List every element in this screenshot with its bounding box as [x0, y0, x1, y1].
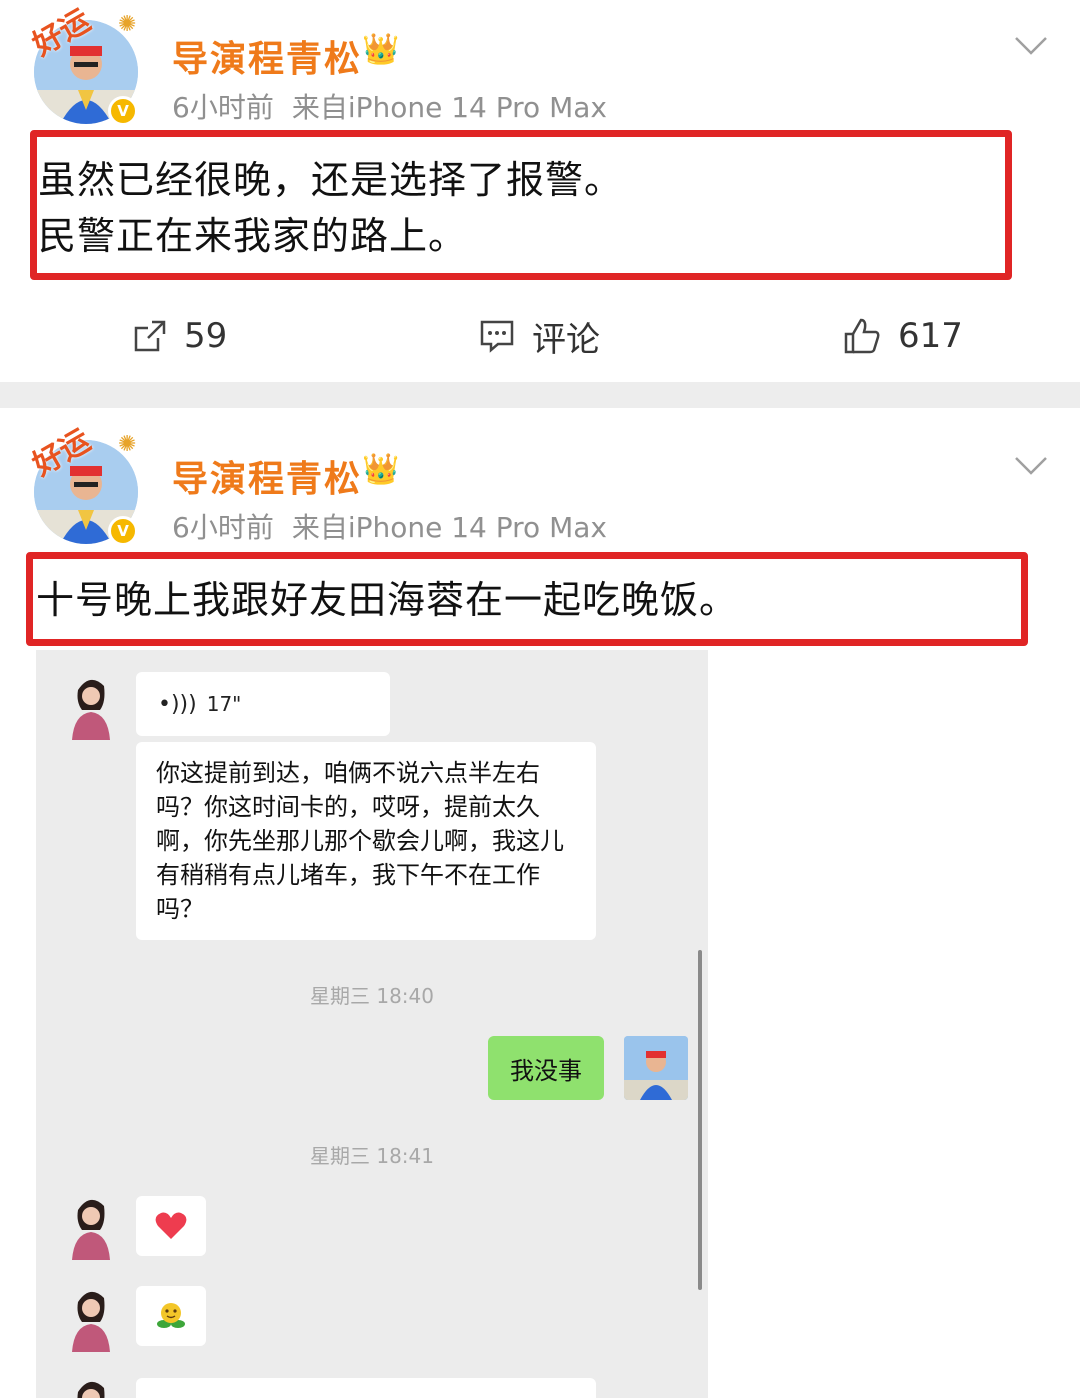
crown-icon: 👑 [362, 32, 400, 67]
chat-scrollbar[interactable] [698, 950, 702, 1290]
verified-badge-icon: V [108, 96, 138, 126]
author-name[interactable]: 导演程青松 [172, 450, 362, 502]
post-text: 虽然已经很晚，还是选择了报警。 民警正在来我家的路上。 [38, 152, 623, 264]
emoji-message[interactable] [136, 1196, 206, 1256]
message-bubble-partial[interactable] [136, 1378, 596, 1398]
post-actions: 59 评论 617 [0, 296, 1080, 376]
repost-button[interactable]: 59 [132, 296, 227, 376]
chat-timestamp: 星期三 18:40 [310, 984, 434, 1008]
my-message-bubble[interactable]: 我没事 [488, 1036, 604, 1100]
voice-wave-icon: •))) [158, 691, 197, 717]
verified-badge-icon: V [108, 516, 138, 546]
chat-screenshot: •))) 17" 你这提前到达，咱俩不说六点半左右吗？你这时间卡的，哎呀，提前太… [36, 650, 708, 1398]
heart-emoji-icon [155, 1212, 187, 1239]
comment-icon [480, 320, 514, 353]
weibo-post-1: 好运 ✺ V 导演程青松 👑 6小时前 来自iPhone 14 Pro Max 虽… [0, 0, 1080, 382]
chat-timestamp: 星期三 18:41 [310, 1144, 434, 1168]
flower-emoji-icon [157, 1303, 185, 1328]
my-avatar [624, 1036, 688, 1100]
post-source: 来自iPhone 14 Pro Max [291, 91, 607, 124]
post-text-line: 十号晚上我跟好友田海蓉在一起吃晚饭。 [36, 578, 739, 622]
post-source: 来自iPhone 14 Pro Max [291, 511, 607, 544]
voice-message[interactable]: •))) 17" [136, 672, 390, 736]
author-name[interactable]: 导演程青松 [172, 30, 362, 82]
emoji-message[interactable] [136, 1286, 206, 1346]
comment-label: 评论 [532, 319, 600, 360]
voice-duration: 17" [206, 692, 242, 716]
contact-avatar [60, 1192, 122, 1260]
post-time: 6小时前 [172, 91, 274, 124]
post-divider [0, 382, 1080, 408]
post-text-line: 民警正在来我家的路上。 [38, 214, 468, 258]
repost-count: 59 [184, 316, 228, 356]
repost-icon [134, 320, 166, 352]
chevron-down-icon[interactable] [1014, 456, 1048, 476]
sparkle-icon: ✺ [118, 12, 137, 37]
message-bubble[interactable]: 你这提前到达，咱俩不说六点半左右吗？你这时间卡的，哎呀，提前太久啊，你先坐那儿那… [136, 742, 596, 940]
like-count: 617 [898, 316, 963, 356]
comment-button[interactable]: 评论 [478, 296, 600, 376]
contact-avatar [60, 1284, 122, 1352]
contact-avatar [60, 1374, 122, 1398]
contact-avatar [60, 672, 122, 740]
chevron-down-icon[interactable] [1014, 36, 1048, 56]
post-text: 十号晚上我跟好友田海蓉在一起吃晚饭。 [36, 572, 738, 628]
post-meta: 6小时前 来自iPhone 14 Pro Max [172, 86, 607, 126]
like-icon [844, 318, 880, 354]
sparkle-icon: ✺ [118, 432, 137, 457]
like-button[interactable]: 617 [842, 296, 963, 376]
post-meta: 6小时前 来自iPhone 14 Pro Max [172, 506, 607, 546]
post-text-line: 虽然已经很晚，还是选择了报警。 [38, 158, 624, 202]
post-time: 6小时前 [172, 511, 274, 544]
crown-icon: 👑 [362, 452, 400, 487]
